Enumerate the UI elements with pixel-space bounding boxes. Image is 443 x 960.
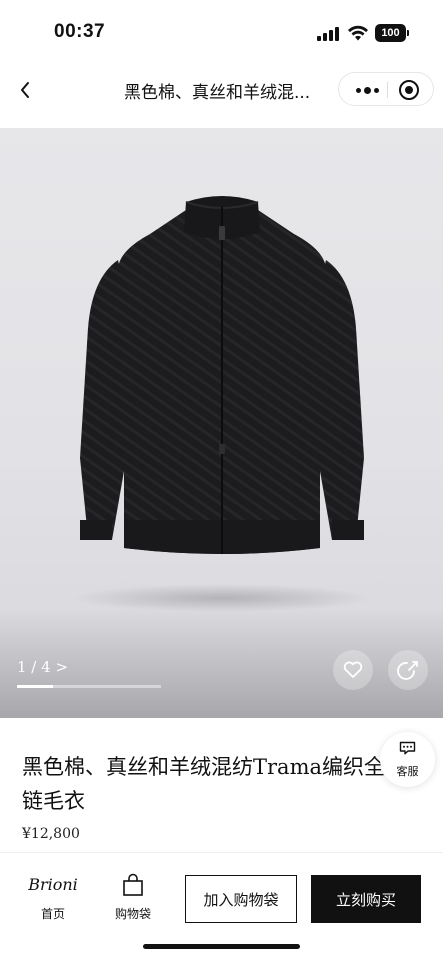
wifi-icon xyxy=(348,25,368,41)
product-price: ¥12,800 xyxy=(22,826,80,842)
close-mini-program-icon[interactable] xyxy=(399,80,419,100)
tab-cart[interactable]: 购物袋 xyxy=(103,873,163,922)
chat-bubble-icon xyxy=(399,741,416,755)
home-indicator xyxy=(143,944,300,949)
battery-icon: 100 xyxy=(375,24,409,42)
mini-program-capsule xyxy=(338,72,434,106)
tab-home-label: 首页 xyxy=(40,907,65,921)
product-image-gallery[interactable]: 1 / 4 > xyxy=(0,128,443,718)
share-button[interactable] xyxy=(388,650,428,690)
buy-now-button[interactable]: 立刻购买 xyxy=(311,875,421,923)
tab-cart-label: 购物袋 xyxy=(114,907,151,921)
customer-service-label: 客服 xyxy=(396,765,419,778)
nav-bar: 黑色棉、真丝和羊绒混... xyxy=(0,62,443,120)
shopping-bag-icon xyxy=(123,873,143,896)
back-button[interactable] xyxy=(10,75,40,105)
gallery-page-indicator[interactable]: 1 / 4 > xyxy=(17,658,68,676)
page-title: 黑色棉、真丝和羊绒混... xyxy=(124,83,311,103)
brand-logo: Brioni xyxy=(28,875,78,894)
customer-service-button[interactable]: 客服 xyxy=(380,732,435,787)
capsule-divider xyxy=(387,82,388,98)
tab-home[interactable]: Brioni 首页 xyxy=(23,873,83,922)
share-icon xyxy=(397,661,418,680)
chevron-left-icon xyxy=(21,82,29,98)
heart-icon xyxy=(343,661,363,678)
add-to-cart-button[interactable]: 加入购物袋 xyxy=(185,875,297,923)
more-menu-button[interactable] xyxy=(349,73,385,107)
status-time: 00:37 xyxy=(54,21,106,42)
favorite-button[interactable] xyxy=(333,650,373,690)
status-bar: 00:37 100 xyxy=(0,0,443,62)
gallery-progress-bar xyxy=(17,685,161,688)
cellular-signal-icon xyxy=(317,27,341,41)
gallery-progress-fill xyxy=(17,685,53,688)
product-title: 黑色棉、真丝和羊绒混纺Trama编织全链毛衣 xyxy=(22,755,385,813)
